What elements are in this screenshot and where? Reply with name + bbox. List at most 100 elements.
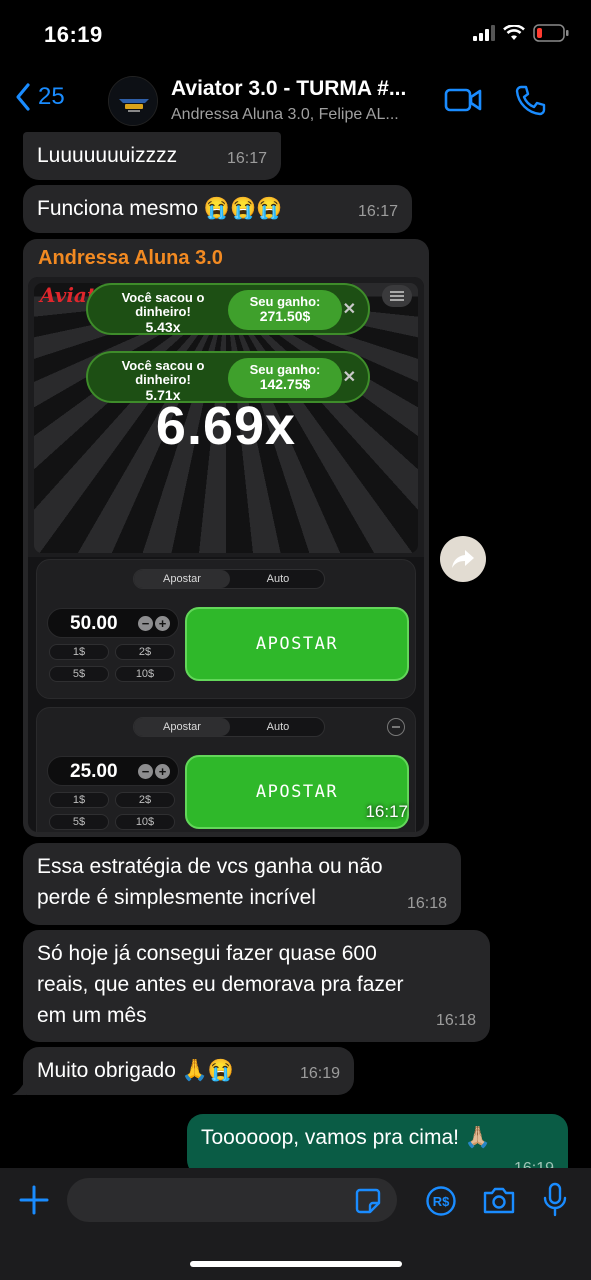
game-screenshot[interactable]: Aviator 6.69x Você sacou o dinheiro! 5.4… xyxy=(28,277,424,832)
chip: 5$ xyxy=(49,666,109,682)
message-text: Funciona mesmo 😭😭😭 xyxy=(37,197,283,220)
win-label: Seu ganho: xyxy=(249,294,321,309)
sticker-icon[interactable] xyxy=(355,1188,381,1214)
outgoing-message-bubble[interactable]: Toooooop, vamos pra cima! 🙏🏼 16:19 xyxy=(187,1114,568,1168)
phone-icon[interactable] xyxy=(514,84,546,116)
chip: 10$ xyxy=(115,814,175,830)
tab-auto: Auto xyxy=(266,721,290,733)
image-message[interactable]: Andressa Aluna 3.0 Aviator 6.69x Você sa… xyxy=(23,239,429,837)
share-button[interactable] xyxy=(440,536,486,582)
message-text: Essa estratégia de vcs ganha ou não xyxy=(37,855,383,878)
remove-panel-icon xyxy=(387,718,405,736)
wifi-icon xyxy=(503,25,525,40)
svg-text:R$: R$ xyxy=(433,1194,450,1209)
message-bubble[interactable]: Funciona mesmo 😭😭😭 16:17 xyxy=(23,185,412,233)
video-call-icon[interactable] xyxy=(444,86,482,114)
composer-bar: R$ xyxy=(0,1168,591,1280)
stake-input: 50.00 − + xyxy=(47,608,179,638)
toast-line: dinheiro! xyxy=(135,372,191,387)
message-text: Toooooop, vamos pra cima! 🙏🏼 xyxy=(201,1126,491,1149)
message-text: Só hoje já consegui fazer quase 600 xyxy=(37,942,377,965)
message-bubble[interactable]: Só hoje já consegui fazer quase 600 reai… xyxy=(23,930,490,1042)
bet-mode-toggle: Apostar Auto xyxy=(133,569,325,589)
chip: 10$ xyxy=(115,666,175,682)
group-members[interactable]: Andressa Aluna 3.0, Felipe AL... xyxy=(171,106,399,124)
bet-panel: Apostar Auto 25.00 − + 1$ 2$ 5$ 10$ APOS… xyxy=(36,707,416,832)
share-icon xyxy=(452,550,474,568)
camera-icon[interactable] xyxy=(482,1185,516,1215)
toast-win: Seu ganho: 271.50$ xyxy=(228,290,342,330)
message-time: 16:18 xyxy=(435,1012,476,1029)
chip: 2$ xyxy=(115,792,175,808)
plus-icon[interactable] xyxy=(18,1184,50,1216)
win-value: 142.75$ xyxy=(259,376,311,392)
toast-line: Você sacou o xyxy=(121,358,205,373)
cashout-toast: Você sacou o dinheiro! 5.71x Seu ganho: … xyxy=(86,351,370,403)
status-time: 16:19 xyxy=(44,22,103,47)
win-value: 271.50$ xyxy=(259,308,311,324)
message-time: 16:19 xyxy=(514,1153,554,1168)
game-area: Aviator 6.69x Você sacou o dinheiro! 5.4… xyxy=(28,277,424,557)
bet-panel: Apostar Auto 50.00 − + 1$ 2$ 5$ 10$ APOS… xyxy=(36,559,416,699)
back-button[interactable]: 25 xyxy=(14,82,65,112)
bubble-tail xyxy=(12,1079,26,1095)
toast-line: dinheiro! xyxy=(135,304,191,319)
unread-count: 25 xyxy=(38,83,65,110)
message-text: Muito obrigado 🙏😭 xyxy=(37,1059,235,1082)
status-bar: 16:19 xyxy=(0,0,591,70)
tab-apostar: Apostar xyxy=(134,570,230,588)
close-icon: ✕ xyxy=(342,301,356,318)
message-text: perde é simplesmente incrível xyxy=(37,886,316,909)
stake-value: 25.00 xyxy=(70,761,118,782)
toast-win: Seu ganho: 142.75$ xyxy=(228,358,342,398)
back-chevron-icon xyxy=(16,83,30,111)
group-avatar[interactable] xyxy=(108,76,158,126)
message-time: 16:18 xyxy=(406,895,447,912)
message-input[interactable] xyxy=(67,1178,397,1222)
round-multiplier: 6.69x xyxy=(155,396,297,456)
toast-multiplier: 5.71x xyxy=(145,387,181,403)
message-time: 16:17 xyxy=(365,802,408,821)
plus-icon: + xyxy=(155,616,170,631)
menu-icon xyxy=(382,285,412,307)
group-avatar-image xyxy=(109,77,157,125)
chip: 5$ xyxy=(49,814,109,830)
status-icons xyxy=(473,24,569,42)
close-icon: ✕ xyxy=(342,369,356,386)
cashout-toast: Você sacou o dinheiro! 5.43x Seu ganho: … xyxy=(86,283,370,335)
chat-header: 25 Aviator 3.0 - TURMA #... Andressa Alu… xyxy=(0,70,591,132)
win-label: Seu ganho: xyxy=(249,362,321,377)
chip: 2$ xyxy=(115,644,175,660)
stake-value: 50.00 xyxy=(70,613,118,634)
toast-multiplier: 5.43x xyxy=(145,319,181,335)
message-text: em um mês xyxy=(37,1004,147,1027)
home-indicator xyxy=(190,1261,402,1267)
message-bubble[interactable]: Muito obrigado 🙏😭 16:19 xyxy=(23,1047,354,1095)
chip: 1$ xyxy=(49,792,109,808)
stake-input: 25.00 − + xyxy=(47,756,179,786)
signal-icon xyxy=(473,25,495,41)
message-text: reais, que antes eu demorava pra fazer xyxy=(37,973,404,996)
battery-icon xyxy=(533,24,569,42)
minus-icon: − xyxy=(138,616,153,631)
message-time: 16:17 xyxy=(226,150,267,167)
message-bubble[interactable]: Luuuuuuuizzzz 16:17 xyxy=(23,132,281,180)
sender-name: Andressa Aluna 3.0 xyxy=(38,247,223,269)
chip: 1$ xyxy=(49,644,109,660)
plus-icon: + xyxy=(155,764,170,779)
message-time: 16:19 xyxy=(299,1065,340,1082)
tab-auto: Auto xyxy=(266,573,290,585)
toast-line: Você sacou o xyxy=(121,290,205,305)
minus-icon: − xyxy=(138,764,153,779)
group-title[interactable]: Aviator 3.0 - TURMA #... xyxy=(171,77,406,101)
message-bubble[interactable]: Essa estratégia de vcs ganha ou não perd… xyxy=(23,843,461,925)
payment-icon[interactable]: R$ xyxy=(425,1185,457,1217)
bet-mode-toggle: Apostar Auto xyxy=(133,717,325,737)
microphone-icon[interactable] xyxy=(541,1182,569,1218)
message-text: Luuuuuuuizzzz xyxy=(37,144,178,167)
chat-area[interactable]: Luuuuuuuizzzz 16:17 Funciona mesmo 😭😭😭 1… xyxy=(0,132,591,1168)
tab-apostar: Apostar xyxy=(134,718,230,736)
message-time: 16:17 xyxy=(357,203,398,220)
toast-text: Você sacou o dinheiro! 5.43x xyxy=(108,290,218,335)
bet-button: APOSTAR xyxy=(185,607,409,681)
